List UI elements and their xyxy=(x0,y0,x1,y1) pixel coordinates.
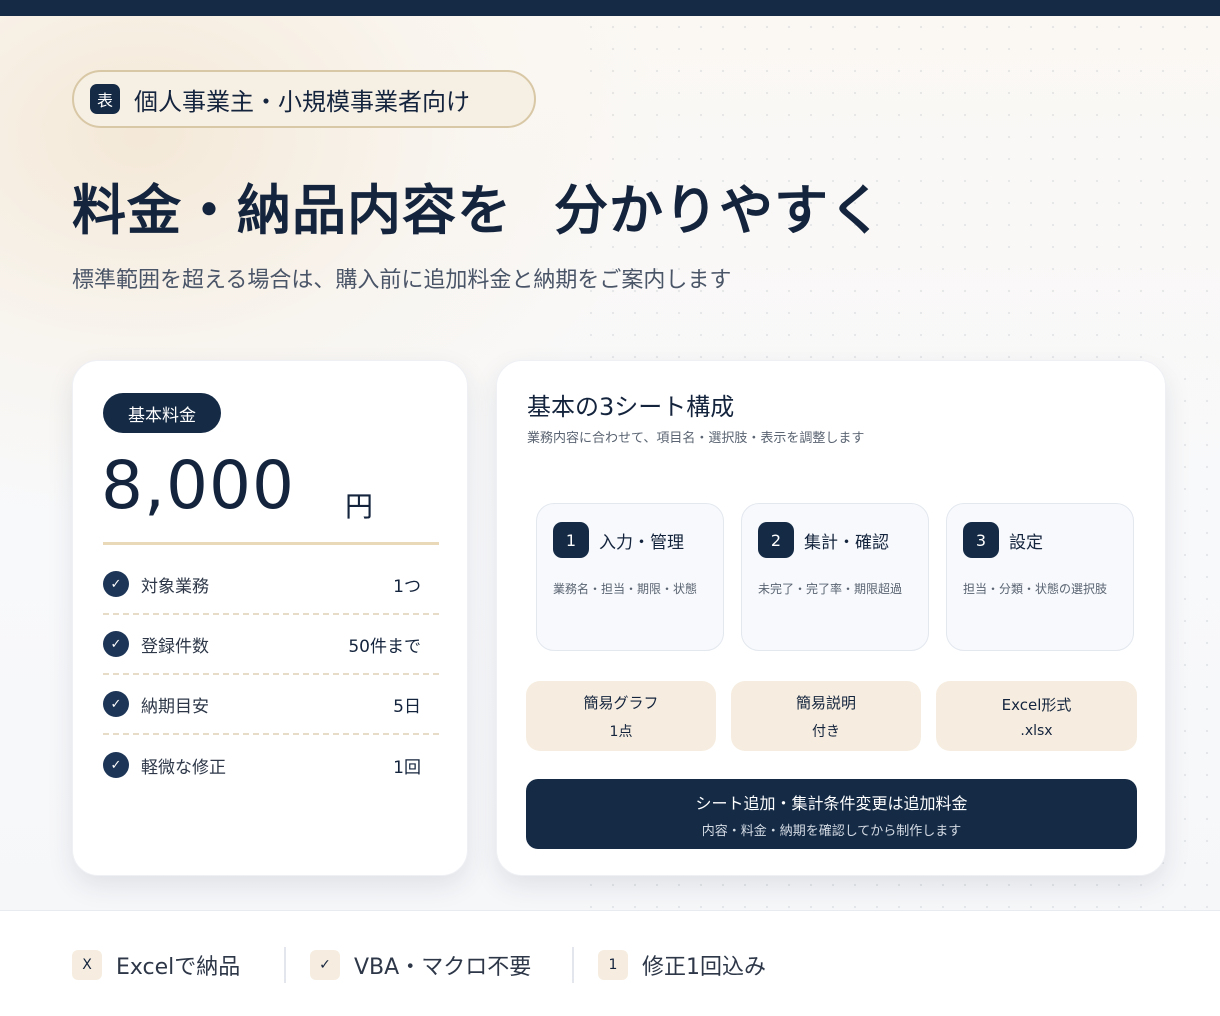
step-number-badge: 1 xyxy=(553,522,589,558)
footer-item-revision: 1 修正1回込み xyxy=(598,949,766,981)
check-icon: ✓ xyxy=(310,950,340,980)
feature-title: 簡易グラフ xyxy=(583,693,659,712)
step-description: 業務名・担当・期限・状態 xyxy=(553,582,698,596)
audience-badge-label: 個人事業主・小規模事業者向け xyxy=(134,87,470,116)
spec-row: ✓ 対象業務 1つ xyxy=(103,555,439,615)
title-highlight: 分かりやすく xyxy=(546,166,890,245)
spec-row: ✓ 登録件数 50件まで xyxy=(103,615,439,675)
price-amount: 8,000 xyxy=(101,447,295,524)
check-icon: ✓ xyxy=(103,691,129,717)
footer-item-excel: X Excelで納品 xyxy=(72,949,240,981)
step-number-badge: 2 xyxy=(758,522,794,558)
feature-title: 簡易説明 xyxy=(795,693,856,712)
spec-label: 対象業務 xyxy=(141,576,209,597)
step-number-badge: 3 xyxy=(963,522,999,558)
notice-main-text: シート追加・集計条件変更は追加料金 xyxy=(695,793,968,813)
feature-chip-graph: 簡易グラフ 1点 xyxy=(526,681,716,751)
feature-detail: .xlsx xyxy=(1020,722,1053,739)
spec-label: 軽微な修正 xyxy=(141,757,226,778)
spec-row: ✓ 軽微な修正 1回 xyxy=(103,735,439,795)
audience-badge: 表 個人事業主・小規模事業者向け xyxy=(72,70,536,128)
table-icon: 表 xyxy=(90,84,120,114)
top-accent-bar xyxy=(0,0,1220,16)
title-highlight-text: 分かりやすく xyxy=(554,179,884,242)
step-card-settings: 3 設定 担当・分類・状態の選択肢 xyxy=(946,503,1134,651)
excel-icon: X xyxy=(72,950,102,980)
step-title: 入力・管理 xyxy=(599,533,684,553)
step-description: 担当・分類・状態の選択肢 xyxy=(963,582,1108,596)
check-icon: ✓ xyxy=(103,752,129,778)
step-title: 集計・確認 xyxy=(804,533,889,553)
footer-item-label: Excelで納品 xyxy=(116,955,241,980)
price-divider xyxy=(103,542,439,545)
footer-item-no-macro: ✓ VBA・マクロ不要 xyxy=(310,949,531,981)
price-card: 基本料金 8,000 円 ✓ 対象業務 1つ ✓ 登録件数 50件まで ✓ 納期… xyxy=(72,360,468,876)
page-subtitle: 標準範囲を超える場合は、購入前に追加料金と納期をご案内します xyxy=(72,268,732,293)
step-card-summary: 2 集計・確認 未完了・完了率・期限超過 xyxy=(741,503,929,651)
feature-footer: X Excelで納品 ✓ VBA・マクロ不要 1 修正1回込み xyxy=(0,910,1220,1016)
step-description: 未完了・完了率・期限超過 xyxy=(758,582,903,596)
sheet-card-subtitle: 業務内容に合わせて、項目名・選択肢・表示を調整します xyxy=(527,431,865,446)
spec-value: 1つ xyxy=(393,576,421,597)
check-icon: ✓ xyxy=(103,631,129,657)
check-icon: ✓ xyxy=(103,571,129,597)
feature-title: Excel形式 xyxy=(1001,695,1072,714)
footer-item-label: 修正1回込み xyxy=(642,955,766,980)
footer-item-label: VBA・マクロ不要 xyxy=(354,955,532,980)
spec-value: 5日 xyxy=(393,696,421,717)
page-title: 料金・納品内容を 分かりやすく xyxy=(72,166,890,245)
notice-sub-text: 内容・料金・納期を確認してから制作します xyxy=(701,823,962,839)
spec-label: 登録件数 xyxy=(141,636,209,657)
sheet-structure-card: 基本の3シート構成 業務内容に合わせて、項目名・選択肢・表示を調整します 1 入… xyxy=(496,360,1166,876)
feature-detail: 1点 xyxy=(609,723,633,740)
footer-divider xyxy=(284,947,286,983)
additional-fee-notice: シート追加・集計条件変更は追加料金 内容・料金・納期を確認してから制作します xyxy=(526,779,1137,849)
feature-detail: 付き xyxy=(812,723,840,740)
spec-value: 1回 xyxy=(393,757,421,778)
spec-label: 納期目安 xyxy=(141,696,209,717)
step-card-input: 1 入力・管理 業務名・担当・期限・状態 xyxy=(536,503,724,651)
footer-divider xyxy=(572,947,574,983)
base-price-pill: 基本料金 xyxy=(103,393,221,433)
sheet-card-title: 基本の3シート構成 xyxy=(527,393,735,421)
price-unit: 円 xyxy=(345,490,374,523)
hero-section: 表 個人事業主・小規模事業者向け 料金・納品内容を 分かりやすく 標準範囲を超える… xyxy=(0,16,1220,910)
step-title: 設定 xyxy=(1009,533,1043,553)
spec-value: 50件まで xyxy=(348,636,421,657)
feature-chip-format: Excel形式 .xlsx xyxy=(936,681,1137,751)
spec-row: ✓ 納期目安 5日 xyxy=(103,675,439,735)
number-one-icon: 1 xyxy=(598,950,628,980)
title-plain: 料金・納品内容を xyxy=(72,179,512,242)
feature-chip-guide: 簡易説明 付き xyxy=(731,681,921,751)
